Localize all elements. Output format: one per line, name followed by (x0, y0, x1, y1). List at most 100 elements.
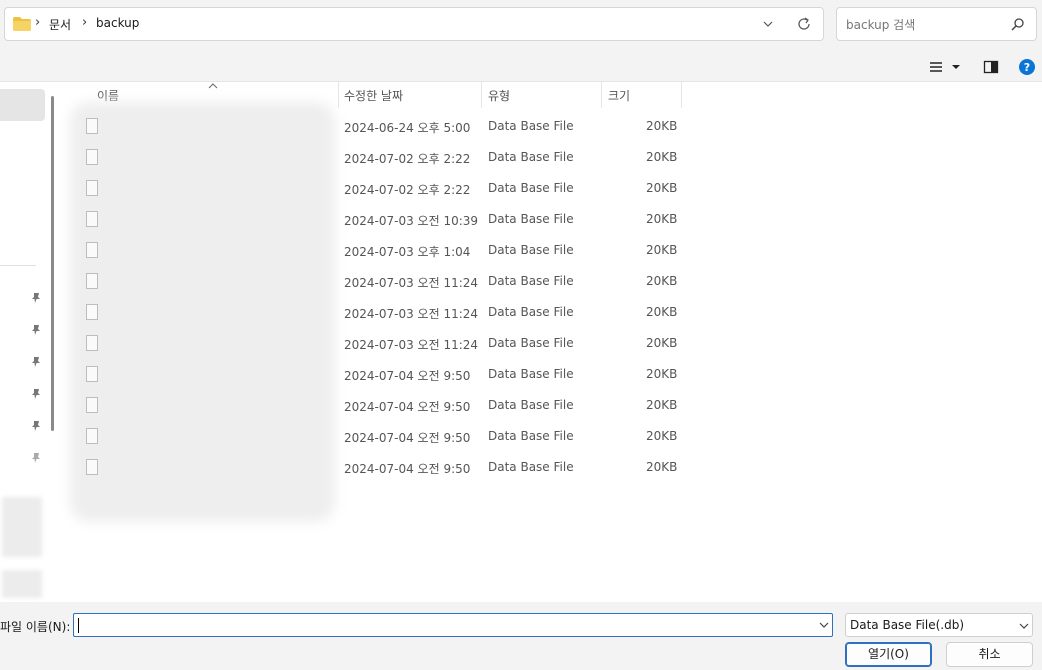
text-caret (78, 618, 79, 633)
toolbar: ? (0, 52, 1042, 82)
column-divider[interactable] (481, 82, 482, 108)
nav-scrollbar[interactable] (51, 96, 54, 431)
file-modified: 2024-07-03 오전 10:39 (344, 214, 479, 228)
file-row[interactable]: 2024-07-02 오후 2:22 Data Base File 20KB (62, 143, 682, 174)
list-view-icon[interactable] (928, 58, 964, 76)
column-divider[interactable] (681, 82, 682, 108)
chevron-down-icon[interactable] (818, 619, 830, 631)
file-row[interactable]: 2024-07-03 오전 11:24 Data Base File 20KB (62, 267, 682, 298)
file-type: Data Base File (488, 181, 574, 195)
column-divider[interactable] (601, 82, 602, 108)
preview-pane-icon[interactable] (983, 58, 999, 76)
file-size: 20KB (646, 150, 678, 164)
file-icon (86, 397, 98, 413)
svg-text:?: ? (1024, 61, 1030, 74)
chevron-down-icon[interactable] (761, 16, 775, 32)
sort-ascending-icon (208, 83, 218, 89)
file-modified: 2024-07-04 오전 9:50 (344, 369, 471, 383)
breadcrumb-backup[interactable]: backup (96, 16, 139, 30)
file-size: 20KB (646, 398, 678, 412)
file-size: 20KB (646, 429, 678, 443)
file-type: Data Base File (488, 305, 574, 319)
open-button[interactable]: 열기(O) (845, 642, 932, 667)
pin-icon[interactable] (30, 324, 42, 336)
file-row[interactable]: 2024-07-03 오후 1:04 Data Base File 20KB (62, 236, 682, 267)
column-header-size[interactable]: 크기 (608, 87, 630, 104)
file-size: 20KB (646, 336, 678, 350)
file-icon (86, 428, 98, 444)
file-type: Data Base File (488, 336, 574, 350)
redacted-area (2, 497, 42, 557)
help-icon[interactable]: ? (1018, 58, 1036, 76)
folder-icon (13, 17, 31, 31)
dialog-footer: 파일 이름(N): Data Base File(.db) 열기(O) 취소 (0, 602, 1042, 670)
file-type: Data Base File (488, 460, 574, 474)
file-type: Data Base File (488, 274, 574, 288)
cancel-button[interactable]: 취소 (946, 642, 1033, 667)
pin-icon[interactable] (30, 356, 42, 368)
pin-icon[interactable] (30, 292, 42, 304)
file-modified: 2024-07-04 오전 9:50 (344, 400, 471, 414)
navigation-pane (0, 82, 62, 602)
top-bar: › 문서 › backup backup 검색 (0, 0, 1042, 52)
file-row[interactable]: 2024-07-03 오전 11:24 Data Base File 20KB (62, 298, 682, 329)
file-row[interactable]: 2024-07-04 오전 9:50 Data Base File 20KB (62, 391, 682, 422)
file-modified: 2024-07-03 오전 11:24 (344, 307, 479, 321)
search-box[interactable]: backup 검색 (836, 7, 1037, 41)
search-placeholder[interactable]: backup 검색 (846, 16, 915, 33)
pin-icon[interactable] (30, 420, 42, 432)
file-size: 20KB (646, 460, 678, 474)
chevron-right-icon: › (82, 15, 88, 30)
file-type: Data Base File (488, 398, 574, 412)
file-icon (86, 180, 98, 196)
file-row[interactable]: 2024-07-04 오전 9:50 Data Base File 20KB (62, 360, 682, 391)
nav-item-selected[interactable] (0, 89, 45, 121)
pin-icon[interactable] (30, 452, 42, 464)
file-modified: 2024-07-03 오후 1:04 (344, 245, 471, 259)
file-row[interactable]: 2024-07-03 오전 11:24 Data Base File 20KB (62, 329, 682, 360)
file-icon (86, 242, 98, 258)
column-divider[interactable] (338, 82, 339, 108)
file-row[interactable]: 2024-07-04 오전 9:50 Data Base File 20KB (62, 453, 682, 484)
file-icon (86, 118, 98, 134)
file-size: 20KB (646, 243, 678, 257)
file-type: Data Base File (488, 243, 574, 257)
file-size: 20KB (646, 119, 678, 133)
filename-label: 파일 이름(N): (0, 620, 71, 634)
file-modified: 2024-07-04 오전 9:50 (344, 462, 471, 476)
file-row[interactable]: 2024-07-02 오후 2:22 Data Base File 20KB (62, 174, 682, 205)
file-icon (86, 459, 98, 475)
column-header-modified[interactable]: 수정한 날짜 (344, 87, 403, 104)
file-icon (86, 149, 98, 165)
refresh-icon[interactable] (796, 16, 812, 32)
file-row[interactable]: 2024-06-24 오후 5:00 Data Base File 20KB (62, 112, 682, 143)
file-size: 20KB (646, 367, 678, 381)
file-size: 20KB (646, 274, 678, 288)
column-header-type[interactable]: 유형 (488, 87, 510, 104)
file-modified: 2024-07-03 오전 11:24 (344, 276, 479, 290)
file-type-select[interactable]: Data Base File(.db) (845, 613, 1033, 637)
file-type: Data Base File (488, 150, 574, 164)
file-row[interactable]: 2024-07-04 오전 9:50 Data Base File 20KB (62, 422, 682, 453)
pin-icon[interactable] (30, 388, 42, 400)
chevron-right-icon: › (35, 15, 41, 30)
file-size: 20KB (646, 181, 678, 195)
chevron-down-icon[interactable] (1018, 620, 1030, 632)
filename-input[interactable] (73, 613, 833, 637)
nav-divider (0, 265, 36, 266)
file-list: 이름 수정한 날짜 유형 크기 2024-06-24 오후 5:00 Data B… (62, 82, 1042, 602)
address-bar[interactable]: › 문서 › backup (4, 7, 824, 41)
file-modified: 2024-07-02 오후 2:22 (344, 183, 471, 197)
file-row[interactable]: 2024-07-03 오전 10:39 Data Base File 20KB (62, 205, 682, 236)
breadcrumb-documents[interactable]: 문서 (49, 16, 71, 33)
file-modified: 2024-07-04 오전 9:50 (344, 431, 471, 445)
file-type: Data Base File (488, 119, 574, 133)
file-icon (86, 335, 98, 351)
search-icon[interactable] (1011, 17, 1025, 31)
file-icon (86, 304, 98, 320)
file-type: Data Base File (488, 212, 574, 226)
file-size: 20KB (646, 212, 678, 226)
file-modified: 2024-07-02 오후 2:22 (344, 152, 471, 166)
file-icon (86, 211, 98, 227)
file-modified: 2024-07-03 오전 11:24 (344, 338, 479, 352)
